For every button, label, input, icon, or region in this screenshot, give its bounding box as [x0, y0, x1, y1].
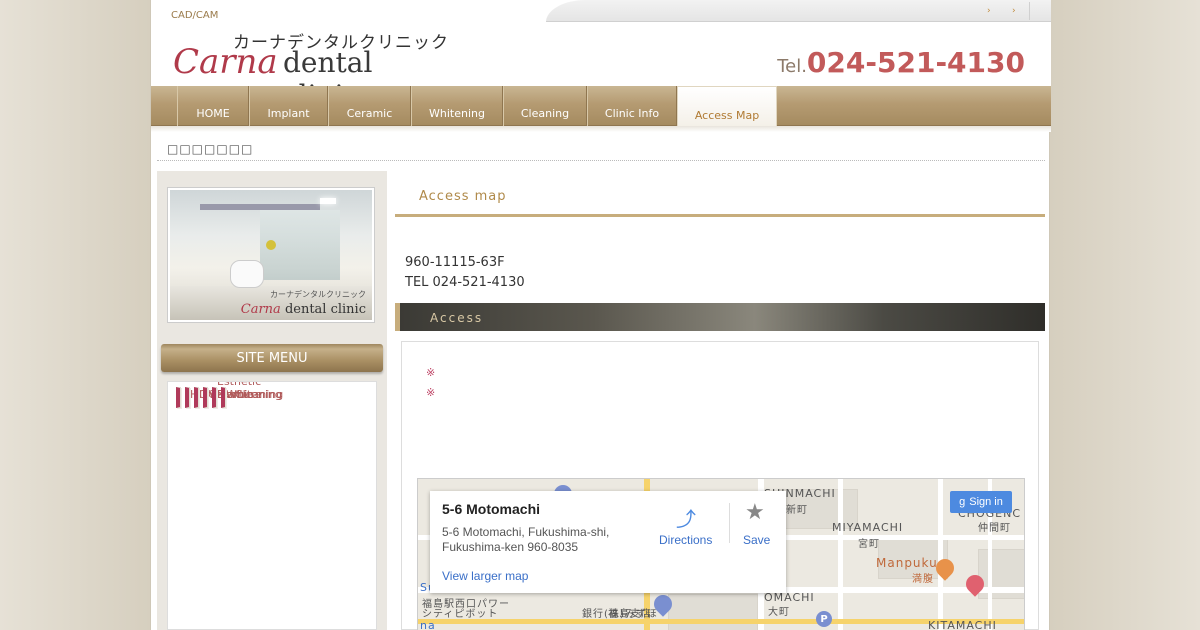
menu-item-label: Cleaning [235, 388, 284, 401]
map-label-shinmachi-jp: 新町 [786, 505, 808, 516]
directions-link[interactable]: Directions [659, 533, 712, 547]
map-block [668, 594, 758, 630]
site-logo[interactable]: カーナデンタルクリニック Carna dental clinic [171, 26, 451, 86]
menu-item-implant[interactable]: Implant [185, 387, 241, 408]
main-content: Access map 960-11115-63F TEL 024-521-413… [395, 171, 1045, 630]
top-divider [1029, 2, 1030, 20]
nav-whitening[interactable]: Whitening [411, 86, 503, 126]
map-label-na: na [420, 619, 436, 630]
menu-item-whitening[interactable]: Whitening [212, 387, 282, 408]
card-address-line-1: 5-6 Motomachi, Fukushima-shi, [442, 525, 610, 539]
page-title: Access map [419, 189, 507, 204]
nav-implant[interactable]: Implant [249, 86, 328, 126]
header-telephone: Tel.024-521-4130 [777, 46, 1025, 79]
site-menu-heading: SITE MENU [161, 344, 383, 372]
map-section: ※ ※ SHINMACHI 新町 MIYAMACHI 宮町 CHOGENC 仲間… [401, 341, 1039, 630]
clinic-photo-image: カーナデンタルクリニック Carna dental clinic [170, 190, 372, 320]
header-tagline: CAD/CAM [171, 10, 219, 21]
nav-shadow [151, 126, 1051, 132]
photo-logo-dental: dental clinic [284, 302, 366, 317]
map-label-miyamachi-jp: 宮町 [858, 539, 880, 550]
map-label-miyamachi: MIYAMACHI [832, 521, 904, 534]
map-label-omachi-jp: 大町 [768, 607, 790, 618]
photo-logo: Carna dental clinic [241, 302, 366, 317]
address-line-1: 960-11115-63F [405, 255, 505, 270]
breadcrumb-divider [157, 160, 1045, 161]
main-navigation: HOME Implant Ceramic Whitening Cleaning … [151, 86, 1051, 130]
card-place-title: 5-6 Motomachi [442, 501, 541, 517]
title-underline [395, 214, 1045, 217]
sign-in-label: Sign in [969, 496, 1003, 508]
menu-item-home[interactable]: HOME [176, 387, 223, 408]
top-link-1[interactable]: › [987, 6, 991, 16]
map-road [838, 479, 843, 630]
clinic-photo: カーナデンタルクリニック Carna dental clinic [167, 187, 375, 323]
menu-item-ceramic[interactable]: Ceramic [194, 387, 254, 408]
left-background [0, 0, 150, 630]
map-label-station-2: シティピボット [422, 609, 499, 620]
access-section-title: Access [430, 311, 484, 325]
photo-logo-jp: カーナデンタルクリニック [270, 290, 366, 299]
directions-icon[interactable]: ⤴ [676, 503, 696, 532]
logo-carna: Carna [173, 42, 278, 82]
map-sign-in-button[interactable]: g Sign in [950, 491, 1012, 513]
menu-item-cleaning[interactable]: Cleaning [221, 387, 283, 408]
breadcrumb: □□□□□□□ [167, 142, 254, 156]
map-road [938, 479, 943, 630]
note-marker-1: ※ [426, 366, 436, 379]
map-label-bank: 銀行 福島支店 [582, 609, 653, 620]
photo-light [320, 198, 336, 204]
nav-access-map[interactable]: Access Map [677, 86, 777, 130]
save-link[interactable]: Save [743, 533, 770, 547]
map-label-manpuku-jp: 満腹 [912, 574, 934, 585]
top-link-2[interactable]: › [1012, 6, 1016, 16]
nav-ceramic[interactable]: Ceramic [328, 86, 411, 126]
note-marker-2: ※ [426, 386, 436, 399]
site-menu: HOME Implant Ceramic Esthetic Denture Wh… [167, 381, 377, 630]
save-star-icon[interactable]: ★ [745, 499, 765, 525]
logo-dental-clinic: dental clinic [283, 46, 373, 86]
page-container: CAD/CAM › › カーナデンタルクリニック Carna dental cl… [150, 0, 1051, 630]
map-label-manpuku: Manpuku [876, 556, 938, 570]
google-map[interactable]: SHINMACHI 新町 MIYAMACHI 宮町 CHOGENC 仲間町 Ma… [417, 478, 1025, 630]
address-line-2: TEL 024-521-4130 [405, 275, 525, 290]
view-larger-map-link[interactable]: View larger map [442, 569, 528, 583]
menu-item-esthetic-denture[interactable]: Esthetic Denture [203, 382, 262, 408]
nav-cleaning[interactable]: Cleaning [503, 86, 587, 126]
access-section-header: Access [395, 303, 1045, 331]
google-icon: g [959, 496, 966, 508]
tel-number[interactable]: 024-521-4130 [807, 46, 1025, 79]
map-label-nakamachi-jp: 仲間町 [978, 523, 1011, 534]
photo-dental-chair [230, 260, 264, 288]
photo-logo-carna: Carna [240, 302, 281, 317]
site-header: CAD/CAM › › カーナデンタルクリニック Carna dental cl… [151, 0, 1051, 86]
photo-flowers [266, 240, 276, 250]
right-background [1050, 0, 1200, 630]
map-label-kitamachi: KITAMACHI [928, 619, 997, 630]
nav-clinic-info[interactable]: Clinic Info [587, 86, 677, 126]
top-strip-right [546, 0, 1051, 22]
sidebar: カーナデンタルクリニック Carna dental clinic SITE ME… [157, 171, 387, 630]
photo-ceiling [200, 204, 320, 210]
map-info-card: 5-6 Motomachi 5-6 Motomachi, Fukushima-s… [430, 491, 786, 593]
card-divider [729, 503, 730, 543]
tel-prefix: Tel. [777, 56, 807, 77]
parking-icon[interactable]: P [816, 611, 832, 627]
card-address-line-2: Fukushima-ken 960-8035 [442, 540, 579, 554]
nav-home[interactable]: HOME [177, 86, 249, 126]
